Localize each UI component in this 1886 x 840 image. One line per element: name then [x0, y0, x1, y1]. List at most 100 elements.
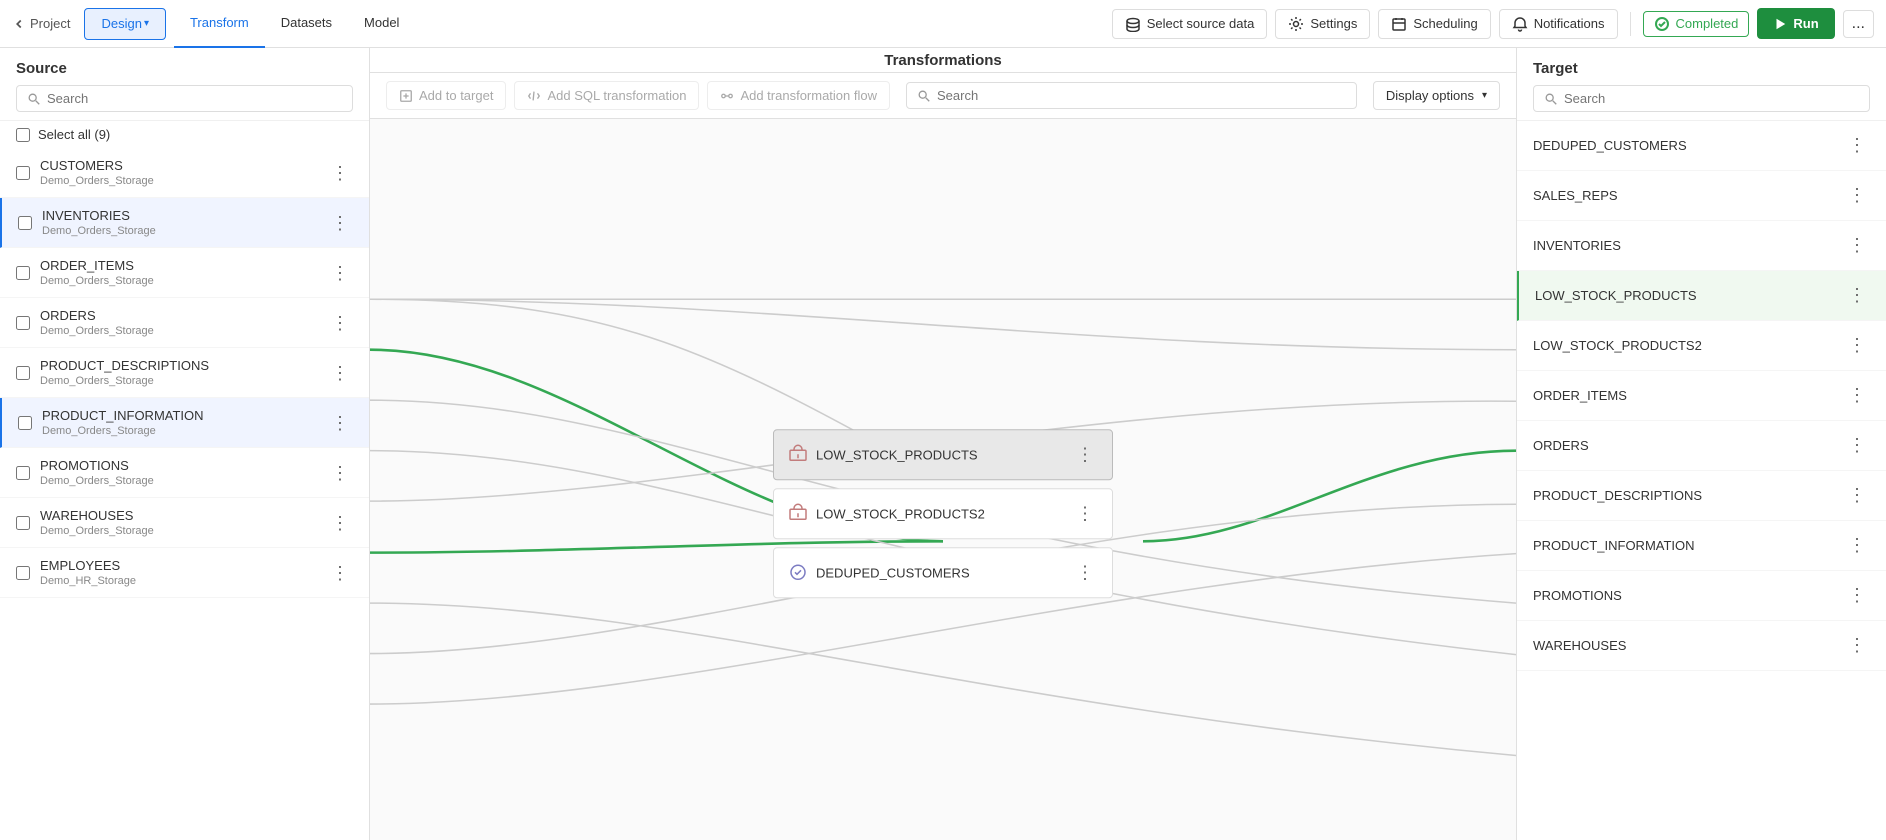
- notifications-button[interactable]: Notifications: [1499, 9, 1618, 39]
- target-item-name: WAREHOUSES: [1533, 638, 1844, 653]
- run-button[interactable]: Run: [1757, 8, 1834, 39]
- source-item-info: INVENTORIES Demo_Orders_Storage: [42, 208, 327, 237]
- source-item-menu[interactable]: ⋮: [327, 560, 353, 586]
- source-item-checkbox[interactable]: [16, 466, 30, 480]
- target-item-name: INVENTORIES: [1533, 238, 1844, 253]
- add-flow-button[interactable]: Add transformation flow: [707, 81, 890, 110]
- scheduling-button[interactable]: Scheduling: [1378, 9, 1490, 39]
- select-all-checkbox[interactable]: [16, 128, 30, 142]
- back-label: Project: [30, 16, 70, 31]
- target-list-item[interactable]: ORDERS ⋮: [1517, 421, 1886, 471]
- target-item-name: PRODUCT_DESCRIPTIONS: [1533, 488, 1844, 503]
- target-item-menu[interactable]: ⋮: [1844, 431, 1870, 460]
- source-item-menu[interactable]: ⋮: [327, 310, 353, 336]
- source-item-checkbox[interactable]: [16, 566, 30, 580]
- transform-search-input[interactable]: [937, 88, 1346, 103]
- target-list-item[interactable]: DEDUPED_CUSTOMERS ⋮: [1517, 121, 1886, 171]
- target-item-name: DEDUPED_CUSTOMERS: [1533, 138, 1844, 153]
- display-options-button[interactable]: Display options ▾: [1373, 81, 1500, 110]
- source-search-input[interactable]: [47, 91, 342, 106]
- datasets-tab[interactable]: Datasets: [265, 0, 348, 48]
- source-item-checkbox[interactable]: [16, 266, 30, 280]
- source-item-sub: Demo_Orders_Storage: [40, 175, 327, 187]
- more-options-button[interactable]: ...: [1843, 10, 1874, 38]
- source-item-menu[interactable]: ⋮: [327, 460, 353, 486]
- target-item-menu[interactable]: ⋮: [1844, 481, 1870, 510]
- source-item-menu[interactable]: ⋮: [327, 210, 353, 236]
- select-source-button[interactable]: Select source data: [1112, 9, 1268, 39]
- target-list-item[interactable]: ORDER_ITEMS ⋮: [1517, 371, 1886, 421]
- source-item-info: ORDERS Demo_Orders_Storage: [40, 308, 327, 337]
- node-name-1: LOW_STOCK_PRODUCTS2: [816, 506, 1064, 521]
- source-list-item[interactable]: EMPLOYEES Demo_HR_Storage ⋮: [0, 548, 369, 598]
- source-list-item[interactable]: ORDER_ITEMS Demo_Orders_Storage ⋮: [0, 248, 369, 298]
- target-item-menu[interactable]: ⋮: [1844, 331, 1870, 360]
- source-item-menu[interactable]: ⋮: [327, 510, 353, 536]
- target-list-item[interactable]: INVENTORIES ⋮: [1517, 221, 1886, 271]
- transform-node-low-stock2[interactable]: LOW_STOCK_PRODUCTS2 ⋮: [773, 488, 1113, 539]
- source-list-item[interactable]: PRODUCT_INFORMATION Demo_Orders_Storage …: [0, 398, 369, 448]
- source-item-menu[interactable]: ⋮: [327, 360, 353, 386]
- source-list-item[interactable]: INVENTORIES Demo_Orders_Storage ⋮: [0, 198, 369, 248]
- target-item-menu[interactable]: ⋮: [1844, 381, 1870, 410]
- node-name-2: DEDUPED_CUSTOMERS: [816, 565, 1064, 580]
- target-item-menu[interactable]: ⋮: [1844, 531, 1870, 560]
- transform-tab[interactable]: Transform: [174, 0, 265, 48]
- target-item-menu[interactable]: ⋮: [1844, 231, 1870, 260]
- source-item-menu[interactable]: ⋮: [327, 410, 353, 436]
- source-item-checkbox[interactable]: [16, 316, 30, 330]
- target-item-name: ORDER_ITEMS: [1533, 388, 1844, 403]
- source-item-checkbox[interactable]: [16, 516, 30, 530]
- source-item-checkbox[interactable]: [16, 166, 30, 180]
- model-tab[interactable]: Model: [348, 0, 415, 48]
- source-item-checkbox[interactable]: [18, 416, 32, 430]
- settings-button[interactable]: Settings: [1275, 9, 1370, 39]
- target-list-item[interactable]: LOW_STOCK_PRODUCTS ⋮: [1517, 271, 1886, 321]
- design-tab[interactable]: Design ▾: [84, 8, 166, 40]
- target-list-item[interactable]: WAREHOUSES ⋮: [1517, 621, 1886, 671]
- target-item-menu[interactable]: ⋮: [1844, 631, 1870, 660]
- source-list-item[interactable]: CUSTOMERS Demo_Orders_Storage ⋮: [0, 148, 369, 198]
- source-item-menu[interactable]: ⋮: [327, 260, 353, 286]
- source-item-sub: Demo_Orders_Storage: [42, 225, 327, 237]
- sql-icon: [527, 89, 541, 103]
- target-item-menu[interactable]: ⋮: [1844, 181, 1870, 210]
- main-layout: Source Select all (9) CUSTOMERS Demo_Ord…: [0, 48, 1886, 840]
- source-list-item[interactable]: PROMOTIONS Demo_Orders_Storage ⋮: [0, 448, 369, 498]
- design-dropdown-icon: ▾: [144, 18, 149, 29]
- source-list-item[interactable]: WAREHOUSES Demo_Orders_Storage ⋮: [0, 498, 369, 548]
- node-menu-2[interactable]: ⋮: [1072, 558, 1098, 587]
- target-list-item[interactable]: SALES_REPS ⋮: [1517, 171, 1886, 221]
- transform-nodes-container: LOW_STOCK_PRODUCTS ⋮ LOW_STOCK_PRODUCTS2…: [773, 429, 1113, 598]
- target-list-item[interactable]: PROMOTIONS ⋮: [1517, 571, 1886, 621]
- source-list-item[interactable]: ORDERS Demo_Orders_Storage ⋮: [0, 298, 369, 348]
- transform-node-deduped[interactable]: DEDUPED_CUSTOMERS ⋮: [773, 547, 1113, 598]
- source-item-info: ORDER_ITEMS Demo_Orders_Storage: [40, 258, 327, 287]
- search-icon: [27, 92, 41, 106]
- target-search-input[interactable]: [1564, 91, 1859, 106]
- add-sql-button[interactable]: Add SQL transformation: [514, 81, 699, 110]
- target-search-box: [1533, 85, 1870, 112]
- source-list-item[interactable]: PRODUCT_DESCRIPTIONS Demo_Orders_Storage…: [0, 348, 369, 398]
- source-item-sub: Demo_Orders_Storage: [40, 475, 327, 487]
- node-menu-1[interactable]: ⋮: [1072, 499, 1098, 528]
- target-list-item[interactable]: PRODUCT_DESCRIPTIONS ⋮: [1517, 471, 1886, 521]
- target-item-menu[interactable]: ⋮: [1844, 281, 1870, 310]
- target-item-menu[interactable]: ⋮: [1844, 581, 1870, 610]
- transform-node-icon-0: [788, 444, 808, 464]
- node-menu-0[interactable]: ⋮: [1072, 440, 1098, 469]
- transform-toolbar: Add to target Add SQL transformation Add…: [370, 73, 1516, 119]
- target-item-name: PROMOTIONS: [1533, 588, 1844, 603]
- transform-node-low-stock[interactable]: LOW_STOCK_PRODUCTS ⋮: [773, 429, 1113, 480]
- source-item-checkbox[interactable]: [16, 366, 30, 380]
- target-list-item[interactable]: LOW_STOCK_PRODUCTS2 ⋮: [1517, 321, 1886, 371]
- source-list: CUSTOMERS Demo_Orders_Storage ⋮ INVENTOR…: [0, 148, 369, 840]
- target-list-item[interactable]: PRODUCT_INFORMATION ⋮: [1517, 521, 1886, 571]
- source-item-name: PRODUCT_INFORMATION: [42, 408, 327, 423]
- source-item-checkbox[interactable]: [18, 216, 32, 230]
- back-to-project[interactable]: Project: [12, 16, 80, 31]
- target-item-menu[interactable]: ⋮: [1844, 131, 1870, 160]
- source-item-menu[interactable]: ⋮: [327, 160, 353, 186]
- source-item-sub: Demo_Orders_Storage: [40, 375, 327, 387]
- add-to-target-button[interactable]: Add to target: [386, 81, 506, 110]
